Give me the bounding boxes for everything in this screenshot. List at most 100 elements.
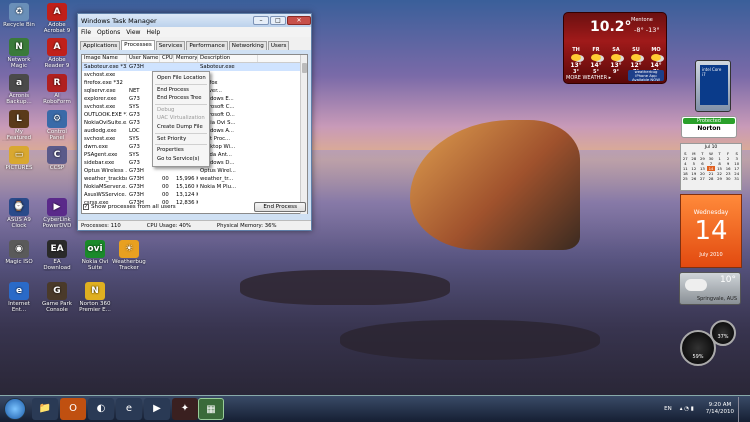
tab-services[interactable]: Services: [155, 41, 186, 50]
desktop-icon[interactable]: ◉ Magic ISO: [2, 240, 36, 271]
forecast-day-name: SU: [632, 47, 640, 53]
table-row[interactable]: Optus Wireless ... G73H Optus Wirel...: [82, 167, 307, 175]
table-row[interactable]: Saboteur.exe *32 G73H Saboteur.exe: [82, 63, 307, 71]
desktop-icon[interactable]: RAI RoboForm Editor: [40, 74, 74, 105]
tab-processes[interactable]: Processes: [121, 40, 155, 50]
desktop-icon-label: Nokia Ovi Suite: [81, 259, 109, 271]
end-process-button[interactable]: End Process: [254, 202, 306, 212]
tab-users[interactable]: Users: [267, 41, 290, 50]
column-description[interactable]: Description: [198, 55, 258, 62]
table-row[interactable]: AsusWSService... G73H 00 13,124 K: [82, 191, 307, 199]
calendar-gadget[interactable]: Jul 10 S M T W T F S 27 28 29 30 1 2 3 4 5 6 7 8 9 10 11 12 13 1…: [680, 143, 742, 191]
vertical-scrollbar[interactable]: [300, 55, 307, 214]
context-menu-item[interactable]: Open File Location: [153, 74, 209, 83]
more-weather-link[interactable]: MORE WEATHER ▸: [566, 75, 611, 81]
menu-help[interactable]: Help: [146, 29, 160, 36]
column-image-name[interactable]: Image Name: [82, 55, 127, 62]
context-menu-item[interactable]: End Process Tree: [153, 94, 209, 103]
desktop-icon[interactable]: ♻ Recycle Bin: [2, 3, 36, 34]
network-icon: N: [9, 38, 29, 56]
tray-icons[interactable]: ▴ ◔ ▮: [680, 406, 694, 412]
desktop-icon-label: Recycle Bin: [3, 22, 35, 28]
desktop-icon[interactable]: ▭ PICTURES: [2, 146, 36, 177]
forecast-day: FR 14° 5°: [587, 47, 605, 75]
calendar-day[interactable]: 27: [698, 176, 707, 181]
small-weather-gadget[interactable]: 10° Springvale, AUS: [679, 272, 741, 305]
desktop-icon[interactable]: ovi Nokia Ovi Suite: [78, 240, 112, 271]
table-cell: Optus Wirel...: [200, 168, 236, 174]
desktop-icon[interactable]: ▶ CyberLink PowerDVD: [40, 198, 74, 229]
partly-cloudy-icon: [611, 54, 621, 61]
tab-performance[interactable]: Performance: [186, 41, 228, 50]
context-menu-item[interactable]: Properties: [153, 146, 209, 155]
desktop-icon[interactable]: G Game Park Console: [40, 282, 74, 313]
column-user-name[interactable]: User Name: [127, 55, 160, 62]
desktop-icon[interactable]: C CCSP: [40, 146, 74, 177]
desktop-icon[interactable]: EAEA Download Manager: [40, 240, 74, 271]
minimize-button[interactable]: –: [253, 16, 269, 25]
menu-options[interactable]: Options: [97, 29, 120, 36]
desktop-icon[interactable]: N Norton 360 Premier E...: [78, 282, 112, 313]
calendar-day[interactable]: 29: [715, 176, 724, 181]
calendar-day[interactable]: 30: [724, 176, 733, 181]
context-menu-item[interactable]: Set Priority: [153, 135, 209, 144]
context-menu-item[interactable]: End Process: [153, 86, 209, 95]
desktop-icon[interactable]: AAdobe Acrobat 9 Pro: [40, 3, 74, 34]
desktop-icon[interactable]: ⚙ Control Panel: [40, 110, 74, 141]
task-manager-taskbar-icon[interactable]: ▦: [198, 398, 224, 420]
clock[interactable]: 9:20 AM 7/14/2010: [706, 402, 734, 416]
desktop-icon[interactable]: a Acronis Backup...: [2, 74, 36, 105]
weather-icon: ☀: [119, 240, 139, 258]
calendar-day[interactable]: 31: [732, 176, 741, 181]
table-cell: 15,160 K: [176, 184, 198, 190]
weather-gadget[interactable]: 10.2° Mentone -8° -13° TH 13° 3° FR 14° 5° SA 1…: [563, 12, 667, 84]
desktop-icon[interactable]: ☀ Weatherbug Tracker: [112, 240, 146, 271]
context-menu-item[interactable]: Go to Service(s): [153, 155, 209, 164]
table-cell: [160, 167, 174, 175]
memory-gauge: 37%: [710, 320, 736, 346]
dvd-icon: ▶: [47, 198, 67, 216]
column-cpu[interactable]: CPU: [160, 55, 174, 62]
scroll-thumb[interactable]: [302, 63, 307, 73]
desktop-icon-label: Adobe Reader 9: [44, 57, 70, 69]
menu-file[interactable]: File: [81, 29, 91, 36]
outlook-taskbar-icon[interactable]: O: [60, 398, 86, 420]
table-row[interactable]: weather_trackba...G73H 00 15,996 Kweather_…: [82, 175, 307, 183]
desktop-icon[interactable]: NNetwork Magic: [2, 38, 36, 69]
start-button[interactable]: [4, 398, 26, 420]
firefox-taskbar-icon[interactable]: ◐: [88, 398, 114, 420]
close-button[interactable]: ✕: [287, 16, 311, 25]
show-desktop-button[interactable]: [738, 396, 746, 422]
context-menu-item[interactable]: Create Dump File: [153, 123, 209, 132]
column-memory[interactable]: Memory (P...: [174, 55, 198, 62]
media-taskbar-icon[interactable]: ▶: [144, 398, 170, 420]
calendar-day[interactable]: 28: [707, 176, 716, 181]
tab-networking[interactable]: Networking: [228, 41, 267, 50]
desktop-icon-label: EA Download Manager: [43, 259, 71, 271]
desktop-icon[interactable]: LMy Featured Library Lis...: [2, 110, 36, 141]
table-cell: sqlservr.exe: [84, 88, 116, 94]
ie-taskbar-icon[interactable]: e: [116, 398, 142, 420]
desktop-icon[interactable]: A Adobe Reader 9: [40, 38, 74, 69]
desktop-icon[interactable]: ⌚ ASUS A9 Clock: [2, 198, 36, 229]
title-bar[interactable]: Windows Task Manager – □ ✕: [78, 14, 311, 27]
explorer-taskbar-icon[interactable]: 📁: [32, 398, 58, 420]
tab-applications[interactable]: Applications: [80, 41, 121, 50]
table-cell: 00: [162, 192, 169, 198]
language-indicator[interactable]: EN: [664, 406, 672, 412]
menu-view[interactable]: View: [126, 29, 140, 36]
context-menu-item: Debug: [157, 106, 175, 113]
table-cell: explorer.exe: [84, 96, 117, 102]
table-cell: G73H: [129, 168, 144, 174]
norton-gadget[interactable]: Protected Norton: [681, 116, 737, 138]
saboteur-taskbar-icon[interactable]: ✦: [172, 398, 198, 420]
desktop-icon[interactable]: e Internet Ent...: [2, 282, 36, 313]
calendar-day[interactable]: 26: [690, 176, 699, 181]
library-icon: L: [9, 110, 29, 128]
table-row[interactable]: NokiaMServer.e... G73H 00 15,160 K Nokia M P…: [82, 183, 307, 191]
maximize-button[interactable]: □: [270, 16, 286, 25]
calendar-day[interactable]: 25: [681, 176, 690, 181]
weatherbug-ad[interactable]: weatherbug iPhone App Available NOW: [628, 70, 664, 81]
ea-icon: EA: [47, 240, 67, 258]
show-all-checkbox[interactable]: ✓: [83, 204, 89, 210]
